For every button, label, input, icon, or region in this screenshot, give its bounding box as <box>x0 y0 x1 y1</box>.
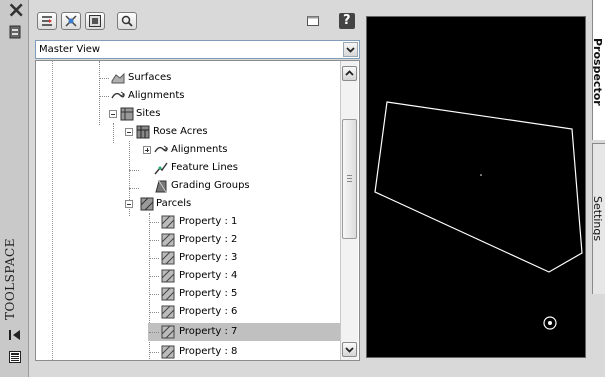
parcel-icon <box>161 345 175 359</box>
tree-connector <box>149 332 159 333</box>
grading-groups-icon <box>155 180 167 193</box>
tree-scrollbar[interactable] <box>340 61 358 360</box>
scroll-grip <box>347 175 352 176</box>
tree-item-surfaces[interactable]: Surfaces <box>36 69 346 87</box>
tree-item-property-6[interactable]: Property : 6 <box>36 303 341 321</box>
parcel-icon <box>161 269 175 283</box>
scroll-up-button[interactable] <box>342 66 357 81</box>
site-icon <box>136 125 150 139</box>
feature-lines-icon <box>154 162 168 175</box>
properties-menu-icon[interactable] <box>9 351 21 363</box>
help-label: ? <box>343 13 351 28</box>
item-view-icon <box>65 15 77 27</box>
parcel-icon <box>161 325 175 339</box>
chevron-up-icon <box>345 70 354 76</box>
tree-connector <box>149 240 159 241</box>
tree-item-property-7[interactable]: Property : 7 <box>148 323 341 341</box>
expand-icon[interactable] <box>143 146 151 154</box>
collapse-icon[interactable] <box>125 128 133 136</box>
help-icon[interactable]: ? <box>339 13 355 29</box>
tree-connector <box>149 312 159 313</box>
tree-connector <box>149 258 159 259</box>
search-icon <box>121 15 133 27</box>
tree-item-property-4[interactable]: Property : 4 <box>36 267 341 285</box>
view-select-value: Master View <box>39 44 101 55</box>
view-select[interactable]: Master View <box>35 40 360 59</box>
toolspace-palette: × TOOLSPACE ? Master View Surfaces Align… <box>0 0 605 377</box>
palette-title: TOOLSPACE <box>3 238 17 320</box>
collapse-icon[interactable] <box>109 110 117 118</box>
tree-item-property-1[interactable]: Property : 1 <box>36 213 341 231</box>
chevron-down-icon <box>345 347 354 353</box>
surfaces-icon <box>111 72 125 84</box>
tree-connector <box>149 222 159 223</box>
tab-settings[interactable]: Settings <box>592 143 605 294</box>
alignments-icon <box>111 91 125 99</box>
parcel-icon <box>161 305 175 319</box>
view-select-dropdown-button[interactable] <box>343 42 358 57</box>
tree-item-parcels[interactable]: Parcels <box>36 195 346 213</box>
settings-view-icon <box>89 15 101 27</box>
collapse-icon[interactable] <box>125 200 133 208</box>
navigation-icon[interactable] <box>543 316 557 330</box>
tree-item-sites[interactable]: Sites <box>36 105 346 123</box>
item-view-button[interactable] <box>61 12 81 30</box>
parcel-icon <box>161 287 175 301</box>
properties-icon[interactable] <box>9 25 21 39</box>
tree-item-property-2[interactable]: Property : 2 <box>36 231 341 249</box>
close-icon[interactable]: × <box>7 0 25 22</box>
preview-pane <box>366 16 586 358</box>
palette-title-strip: × TOOLSPACE <box>0 0 29 377</box>
parcel-outline <box>374 101 583 273</box>
tree-connector <box>149 294 159 295</box>
panel-icon[interactable] <box>306 14 320 28</box>
tree-item-property-3[interactable]: Property : 3 <box>36 249 341 267</box>
tree-item-site-alignments[interactable]: Alignments <box>36 141 346 159</box>
tree-item-feature-lines[interactable]: Feature Lines <box>36 159 346 177</box>
tree-item-alignments[interactable]: Alignments <box>36 87 346 105</box>
scroll-grip <box>347 181 352 182</box>
palette-tabs: Prospector Settings <box>592 0 605 377</box>
parcel-icon <box>161 215 175 229</box>
prospector-tree: Surfaces Alignments Sites Rose Acres Ali… <box>35 60 360 361</box>
tree-item-property-5[interactable]: Property : 5 <box>36 285 341 303</box>
auto-hide-icon[interactable] <box>8 329 22 341</box>
sites-icon <box>120 107 134 121</box>
toggle-display-button[interactable] <box>37 12 57 30</box>
tree-connector <box>149 352 159 353</box>
search-button[interactable] <box>117 12 137 30</box>
tree-item-property-8[interactable]: Property : 8 <box>36 343 341 360</box>
parcels-icon <box>140 197 154 211</box>
settings-view-button[interactable] <box>85 12 105 30</box>
parcel-preview-drawing <box>374 101 583 330</box>
tree-item-grading-groups[interactable]: Grading Groups <box>36 177 346 195</box>
scroll-down-button[interactable] <box>342 342 357 357</box>
tree-item-rose-acres[interactable]: Rose Acres <box>36 123 346 141</box>
scroll-thumb[interactable] <box>342 119 357 239</box>
parcel-centroid <box>480 174 482 176</box>
parcel-icon <box>161 251 175 265</box>
toggle-display-icon <box>42 16 52 26</box>
scroll-grip <box>347 178 352 179</box>
chevron-down-icon <box>346 47 355 53</box>
parcel-icon <box>161 233 175 247</box>
tab-prospector[interactable]: Prospector <box>592 0 605 140</box>
tree-connector <box>149 276 159 277</box>
alignments-icon <box>154 145 168 153</box>
